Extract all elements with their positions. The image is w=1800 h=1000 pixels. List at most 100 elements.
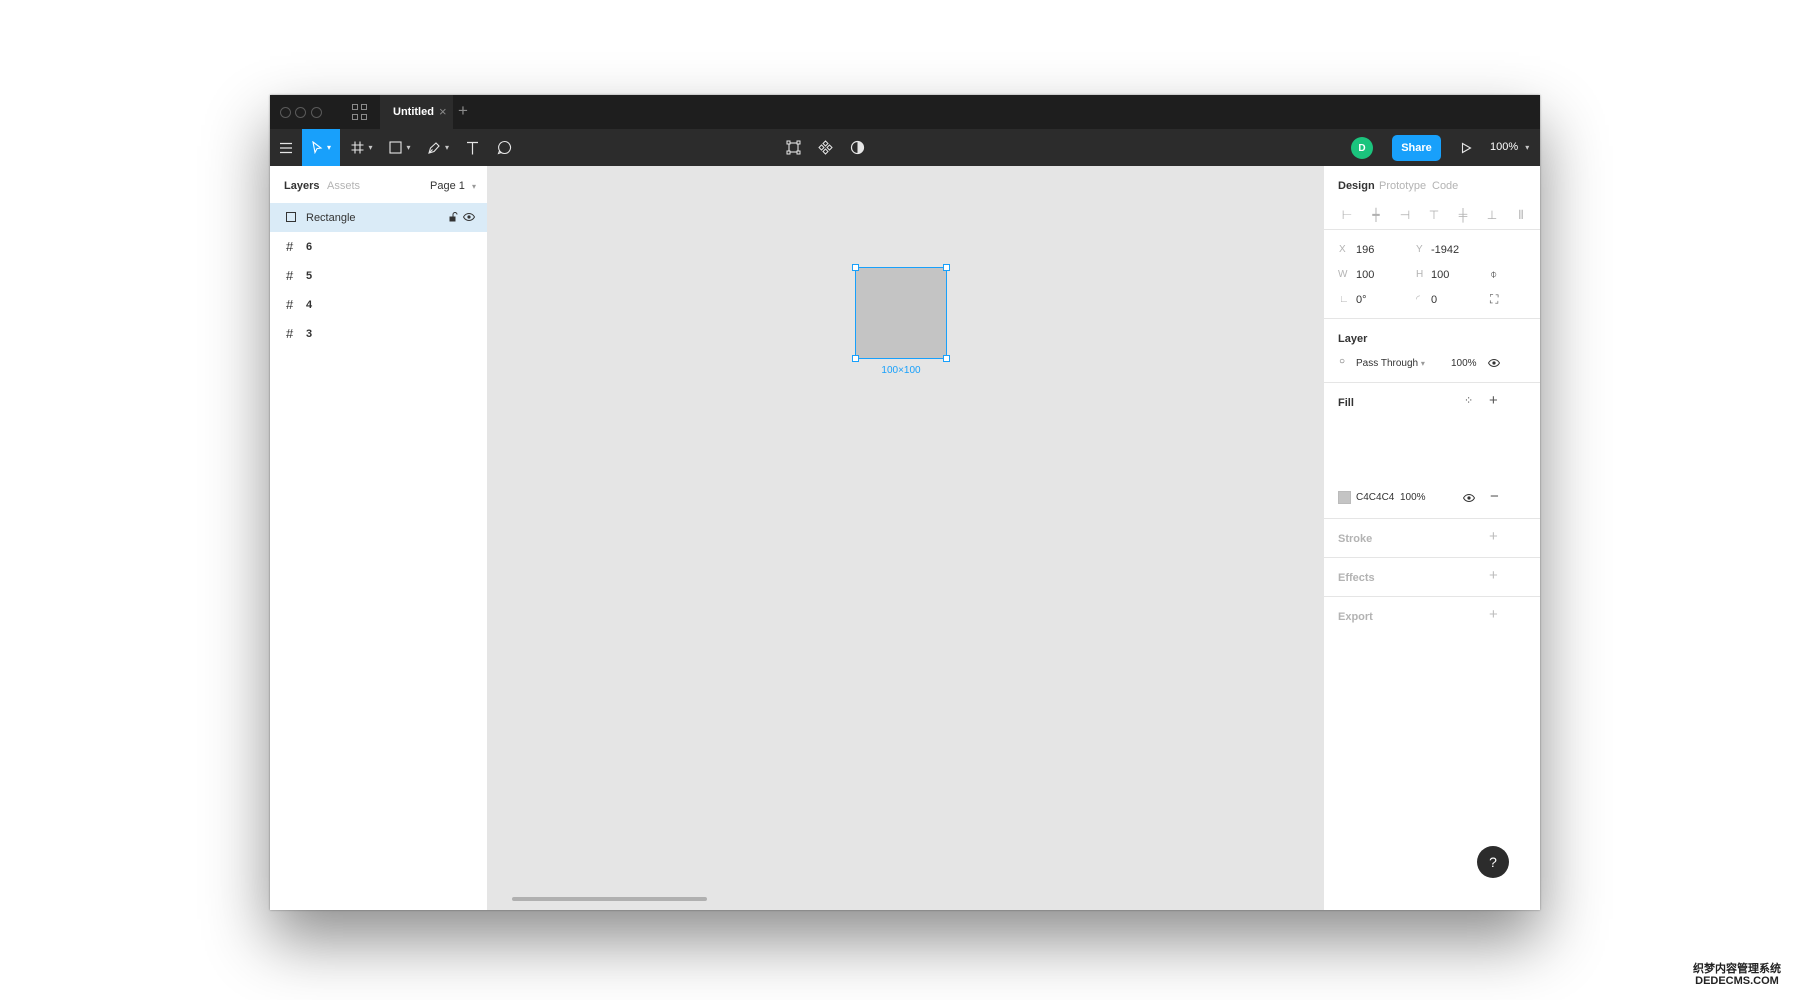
- tab-layers[interactable]: Layers: [284, 180, 319, 192]
- fill-color-swatch[interactable]: [1338, 491, 1351, 504]
- resize-handle[interactable]: [943, 355, 950, 362]
- layer-row-frame[interactable]: # 5: [270, 261, 487, 290]
- watermark: 织梦内容管理系统 DEDECMS.COM: [1693, 963, 1781, 987]
- mask-button[interactable]: [842, 129, 872, 166]
- constrain-proportions-icon[interactable]: ⌽: [1490, 267, 1497, 282]
- align-bottom-icon[interactable]: ⊥: [1483, 208, 1501, 223]
- horizontal-scrollbar[interactable]: [512, 897, 707, 901]
- tab-untitled[interactable]: Untitled ×: [380, 95, 453, 129]
- tab-prototype[interactable]: Prototype: [1379, 180, 1426, 192]
- divider: [1324, 382, 1540, 383]
- maximize-window-button[interactable]: [311, 107, 322, 118]
- width-input[interactable]: 100: [1356, 269, 1374, 281]
- eye-icon[interactable]: [1488, 359, 1500, 367]
- rotation-icon: ∟: [1339, 294, 1349, 305]
- add-export-icon[interactable]: +: [1489, 606, 1498, 623]
- canvas[interactable]: 100×100: [488, 166, 1535, 910]
- chevron-down-icon: ▾: [326, 143, 331, 152]
- x-label: X: [1339, 244, 1346, 255]
- resize-handle[interactable]: [943, 264, 950, 271]
- chevron-down-icon: ▾: [1420, 359, 1425, 368]
- align-top-icon[interactable]: ⊤: [1425, 208, 1443, 223]
- align-right-icon[interactable]: ⊣: [1396, 208, 1414, 223]
- layer-section-title: Layer: [1338, 333, 1368, 345]
- close-window-button[interactable]: [280, 107, 291, 118]
- resize-handle[interactable]: [852, 264, 859, 271]
- zoom-dropdown[interactable]: 100% ▾: [1490, 141, 1529, 153]
- layer-opacity-input[interactable]: 100%: [1451, 358, 1477, 369]
- rotation-input[interactable]: 0°: [1356, 294, 1367, 306]
- independent-corners-icon[interactable]: ⛶: [1490, 292, 1498, 307]
- add-fill-icon[interactable]: +: [1489, 392, 1498, 409]
- shape-tool-button[interactable]: ▾: [384, 129, 416, 166]
- page-selector-label: Page 1: [430, 180, 465, 192]
- layer-row-rectangle[interactable]: Rectangle: [270, 203, 487, 232]
- align-center-horizontal-icon[interactable]: ┿: [1367, 208, 1385, 223]
- page-selector[interactable]: Page 1 ▾: [430, 180, 476, 192]
- align-center-vertical-icon[interactable]: ╪: [1454, 208, 1472, 223]
- file-browser-icon[interactable]: [352, 104, 368, 120]
- divider: [1324, 518, 1540, 519]
- pen-icon: [428, 141, 440, 154]
- add-effect-icon[interactable]: +: [1489, 567, 1498, 584]
- layer-row-frame[interactable]: # 4: [270, 290, 487, 319]
- tab-title: Untitled: [393, 106, 434, 118]
- text-icon: [466, 141, 478, 154]
- layer-row-frame[interactable]: # 6: [270, 232, 487, 261]
- fill-hex-input[interactable]: C4C4C4: [1356, 492, 1394, 503]
- app-window: Untitled × + ▾ ▾ ▾ ▾ D Share 100% ▾ Laye…: [270, 95, 1540, 910]
- distribute-icon[interactable]: ⫴: [1512, 208, 1530, 223]
- component-icon: [817, 140, 833, 155]
- eye-icon[interactable]: [1463, 494, 1475, 502]
- fill-opacity-input[interactable]: 100%: [1400, 492, 1426, 503]
- comment-tool-button[interactable]: [490, 129, 518, 166]
- selected-rectangle[interactable]: [855, 267, 947, 359]
- fill-section-title: Fill: [1338, 397, 1354, 409]
- tab-code[interactable]: Code: [1432, 180, 1458, 192]
- corner-radius-input[interactable]: 0: [1431, 294, 1437, 306]
- chevron-down-icon: ▾: [1525, 143, 1530, 152]
- blend-mode-value: Pass Through: [1356, 358, 1419, 369]
- rectangle-icon: [286, 212, 296, 222]
- main-menu-icon[interactable]: [270, 129, 302, 166]
- pen-tool-button[interactable]: ▾: [422, 129, 454, 166]
- layer-row-frame[interactable]: # 3: [270, 319, 487, 348]
- toolbar: ▾ ▾ ▾ ▾ D Share 100% ▾: [270, 129, 1540, 166]
- layer-label: 4: [306, 298, 313, 311]
- eye-icon[interactable]: [463, 213, 475, 221]
- h-label: H: [1416, 269, 1424, 280]
- x-input[interactable]: 196: [1356, 244, 1374, 256]
- avatar[interactable]: D: [1351, 137, 1373, 159]
- tab-assets[interactable]: Assets: [327, 180, 360, 192]
- dimension-label: 100×100: [881, 365, 921, 376]
- add-tab-icon[interactable]: +: [458, 101, 468, 121]
- height-input[interactable]: 100: [1431, 269, 1449, 281]
- stroke-section-title: Stroke: [1338, 533, 1373, 545]
- styles-icon[interactable]: ⁘: [1464, 394, 1473, 407]
- present-button[interactable]: [1452, 129, 1480, 166]
- frame-icon: #: [286, 239, 294, 254]
- frame-tool-button[interactable]: ▾: [346, 129, 378, 166]
- chevron-down-icon: ▾: [406, 143, 411, 152]
- resize-handle[interactable]: [852, 355, 859, 362]
- tab-design[interactable]: Design: [1338, 180, 1375, 192]
- align-left-icon[interactable]: ⊢: [1338, 208, 1356, 223]
- move-tool-button[interactable]: ▾: [302, 129, 340, 166]
- y-label: Y: [1416, 244, 1423, 255]
- chevron-down-icon: ▾: [368, 143, 373, 152]
- remove-fill-icon[interactable]: −: [1490, 488, 1499, 505]
- unlock-icon[interactable]: [449, 212, 458, 222]
- edit-object-button[interactable]: [778, 129, 808, 166]
- chevron-down-icon: ▾: [444, 143, 449, 152]
- create-component-button[interactable]: [810, 129, 840, 166]
- blend-mode-dropdown[interactable]: Pass Through ▾: [1356, 358, 1425, 369]
- vector-edit-icon: [786, 140, 800, 155]
- add-stroke-icon[interactable]: +: [1489, 528, 1498, 545]
- minimize-window-button[interactable]: [295, 107, 306, 118]
- text-tool-button[interactable]: [458, 129, 486, 166]
- layer-label: 3: [306, 327, 313, 340]
- close-icon[interactable]: ×: [439, 104, 447, 119]
- y-input[interactable]: -1942: [1431, 244, 1459, 256]
- share-button[interactable]: Share: [1392, 135, 1441, 161]
- help-button[interactable]: ?: [1477, 846, 1509, 878]
